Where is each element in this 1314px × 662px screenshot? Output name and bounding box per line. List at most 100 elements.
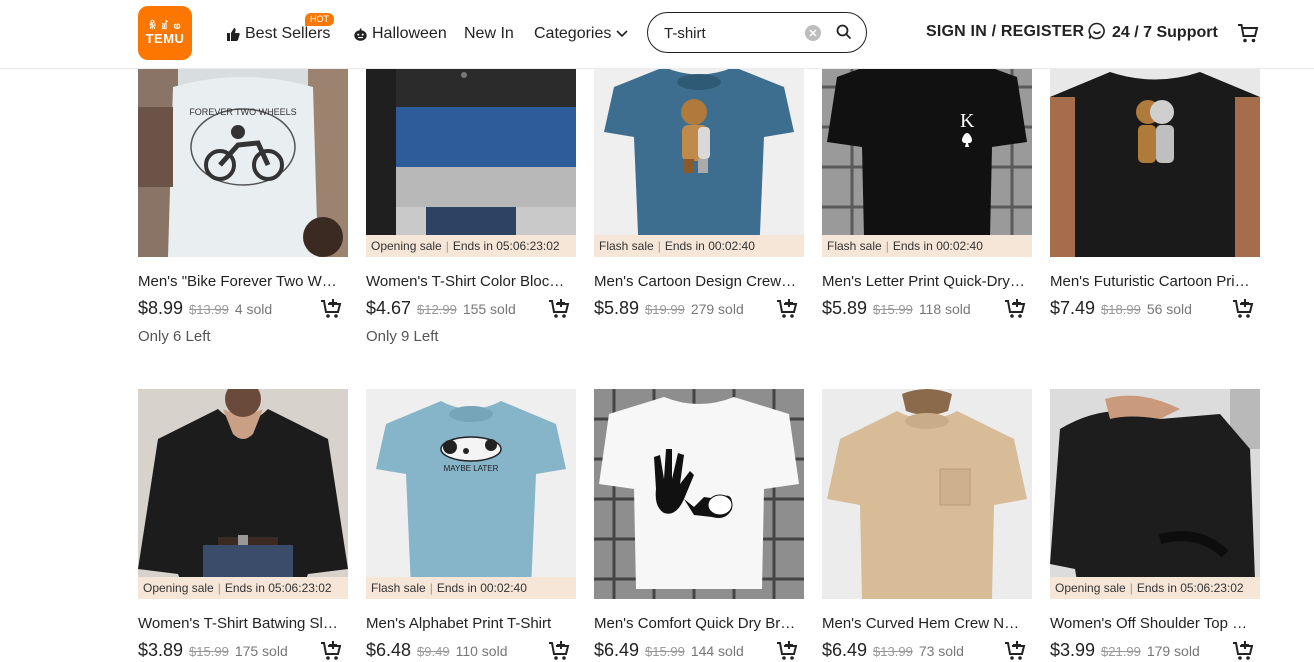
product-title[interactable]: Men's Letter Print Quick-Dry T-Shirt bbox=[822, 272, 1027, 292]
price-row: $3.99 $21.99 179 sold bbox=[1050, 640, 1260, 662]
product-card[interactable]: Opening sale | Ends in 05:06:23:02 Women's… bbox=[366, 47, 576, 345]
print-text: K bbox=[960, 110, 975, 132]
product-title[interactable]: Women's T-Shirt Batwing Sleeve Top bbox=[138, 614, 343, 634]
product-title[interactable]: Men's Futuristic Cartoon Print T-Shirt bbox=[1050, 272, 1255, 292]
search-input[interactable] bbox=[664, 22, 804, 44]
add-to-cart-icon[interactable] bbox=[776, 640, 798, 662]
nav-halloween[interactable]: Halloween bbox=[354, 23, 447, 45]
add-to-cart-icon[interactable] bbox=[1004, 640, 1026, 662]
sale-label: Opening sale bbox=[1055, 581, 1126, 595]
price-row: $8.99 $13.99 4 sold bbox=[138, 298, 348, 324]
product-card[interactable]: Men's Curved Hem Crew Neck T-Shirt $6.49… bbox=[822, 389, 1032, 662]
search-bar[interactable] bbox=[647, 12, 867, 53]
product-card[interactable]: MAYBE LATER Flash sale | Ends in 00:02:40 … bbox=[366, 389, 576, 662]
product-price: $7.49 bbox=[1050, 298, 1096, 318]
support-link[interactable]: 24 / 7 Support bbox=[1088, 22, 1218, 44]
add-to-cart-icon[interactable] bbox=[320, 640, 342, 662]
add-to-cart-icon[interactable] bbox=[1232, 298, 1254, 325]
product-price: $4.67 bbox=[366, 298, 412, 318]
product-image[interactable] bbox=[1050, 47, 1260, 257]
search-icon[interactable] bbox=[836, 24, 852, 45]
original-price: $13.99 bbox=[873, 644, 913, 659]
nav-new-in-label: New In bbox=[464, 25, 514, 42]
product-image[interactable] bbox=[594, 389, 804, 599]
product-title[interactable]: Men's "Bike Forever Two Wheels" Print T-… bbox=[138, 272, 343, 292]
product-image[interactable] bbox=[822, 389, 1032, 599]
original-price: $13.99 bbox=[189, 302, 229, 317]
cart-icon[interactable] bbox=[1237, 22, 1259, 49]
product-card[interactable]: Opening sale | Ends in 05:06:23:02 Women's… bbox=[138, 389, 348, 662]
add-to-cart-icon[interactable] bbox=[1004, 298, 1026, 325]
product-title[interactable]: Women's T-Shirt Color Block Long Sleeve bbox=[366, 272, 571, 292]
product-image[interactable]: Flash sale | Ends in 00:02:40 bbox=[594, 47, 804, 257]
original-price: $12.99 bbox=[417, 302, 457, 317]
sold-count: 179 sold bbox=[1146, 643, 1200, 659]
sale-countdown: Ends in 00:02:40 bbox=[892, 239, 983, 253]
product-title[interactable]: Men's Comfort Quick Dry Breathable Tee bbox=[594, 614, 799, 634]
product-card[interactable]: FOREVER TWO WHEELS Men's "Bike Forever T… bbox=[138, 47, 348, 345]
sign-in-register-link[interactable]: SIGN IN / REGISTER bbox=[926, 23, 1084, 41]
product-price: $3.99 bbox=[1050, 640, 1096, 660]
product-card[interactable]: Men's Comfort Quick Dry Breathable Tee $… bbox=[594, 389, 804, 662]
product-card[interactable]: K Flash sale | Ends in 00:02:40 Men's Lett… bbox=[822, 47, 1032, 324]
nav-categories-label: Categories bbox=[534, 25, 612, 42]
nav-new-in[interactable]: New In bbox=[464, 23, 514, 45]
sold-count: 118 sold bbox=[918, 301, 971, 317]
product-image[interactable]: FOREVER TWO WHEELS bbox=[138, 47, 348, 257]
add-to-cart-icon[interactable] bbox=[548, 298, 570, 325]
sold-count: 144 sold bbox=[690, 643, 744, 659]
top-header: ꆜ ꀃ ⱷ TEMU Best Sellers HOT Halloween Ne… bbox=[0, 0, 1314, 69]
product-card[interactable]: Opening sale | Ends in 05:06:23:02 Women's… bbox=[1050, 389, 1260, 662]
product-price: $5.89 bbox=[822, 298, 868, 318]
product-title[interactable]: Men's Curved Hem Crew Neck T-Shirt bbox=[822, 614, 1027, 634]
hot-badge: HOT bbox=[305, 13, 334, 26]
add-to-cart-icon[interactable] bbox=[776, 298, 798, 325]
original-price: $15.99 bbox=[189, 644, 229, 659]
price-row: $6.49 $15.99 144 sold bbox=[594, 640, 804, 662]
temu-logo[interactable]: ꆜ ꀃ ⱷ TEMU bbox=[138, 6, 192, 60]
sold-count: 155 sold bbox=[462, 301, 516, 317]
product-price: $6.49 bbox=[822, 640, 868, 660]
sold-count: 279 sold bbox=[690, 301, 744, 317]
nav-categories[interactable]: Categories bbox=[534, 23, 628, 45]
product-card[interactable]: Flash sale | Ends in 00:02:40 Men's Cartoo… bbox=[594, 47, 804, 324]
nav-best-sellers-label: Best Sellers bbox=[245, 25, 331, 42]
original-price: $15.99 bbox=[645, 644, 685, 659]
product-image[interactable]: Opening sale | Ends in 05:06:23:02 bbox=[138, 389, 348, 599]
pumpkin-icon bbox=[354, 28, 367, 41]
sale-label: Flash sale bbox=[371, 581, 426, 595]
sale-label: Flash sale bbox=[599, 239, 654, 253]
product-title[interactable]: Women's Off Shoulder Top Casual bbox=[1050, 614, 1255, 634]
stock-note: Only 6 Left bbox=[138, 328, 211, 345]
print-text: FOREVER TWO WHEELS bbox=[189, 107, 296, 117]
price-row: $5.89 $15.99 118 sold bbox=[822, 298, 1032, 324]
sale-strip: Opening sale | Ends in 05:06:23:02 bbox=[366, 235, 576, 257]
sale-countdown: Ends in 00:02:40 bbox=[436, 581, 527, 595]
original-price: $19.99 bbox=[645, 302, 685, 317]
add-to-cart-icon[interactable] bbox=[1232, 640, 1254, 662]
original-price: $9.49 bbox=[417, 644, 450, 659]
nav-halloween-label: Halloween bbox=[372, 25, 447, 42]
chevron-down-icon bbox=[616, 30, 628, 38]
product-grid: FOREVER TWO WHEELS Men's "Bike Forever T… bbox=[0, 0, 1314, 662]
product-image[interactable]: Opening sale | Ends in 05:06:23:02 bbox=[366, 47, 576, 257]
sale-countdown: Ends in 05:06:23:02 bbox=[1136, 581, 1244, 595]
sold-count: 110 sold bbox=[455, 643, 508, 659]
add-to-cart-icon[interactable] bbox=[548, 640, 570, 662]
sale-strip: Flash sale | Ends in 00:02:40 bbox=[822, 235, 1032, 257]
clear-search-icon[interactable] bbox=[805, 25, 821, 41]
product-image[interactable]: K Flash sale | Ends in 00:02:40 bbox=[822, 47, 1032, 257]
product-image[interactable]: Opening sale | Ends in 05:06:23:02 bbox=[1050, 389, 1260, 599]
sold-count: 56 sold bbox=[1146, 301, 1192, 317]
product-price: $8.99 bbox=[138, 298, 184, 318]
sale-strip: Flash sale | Ends in 00:02:40 bbox=[594, 235, 804, 257]
product-title[interactable]: Men's Cartoon Design Crew Neck T-Shirt bbox=[594, 272, 799, 292]
add-to-cart-icon[interactable] bbox=[320, 298, 342, 325]
product-image[interactable]: MAYBE LATER Flash sale | Ends in 00:02:40 bbox=[366, 389, 576, 599]
original-price: $15.99 bbox=[873, 302, 913, 317]
product-title[interactable]: Men's Alphabet Print T-Shirt bbox=[366, 614, 571, 634]
nav-best-sellers[interactable]: Best Sellers bbox=[227, 23, 330, 45]
sale-countdown: Ends in 05:06:23:02 bbox=[452, 239, 560, 253]
product-price: $3.89 bbox=[138, 640, 184, 660]
product-card[interactable]: Men's Futuristic Cartoon Print T-Shirt $… bbox=[1050, 47, 1260, 324]
